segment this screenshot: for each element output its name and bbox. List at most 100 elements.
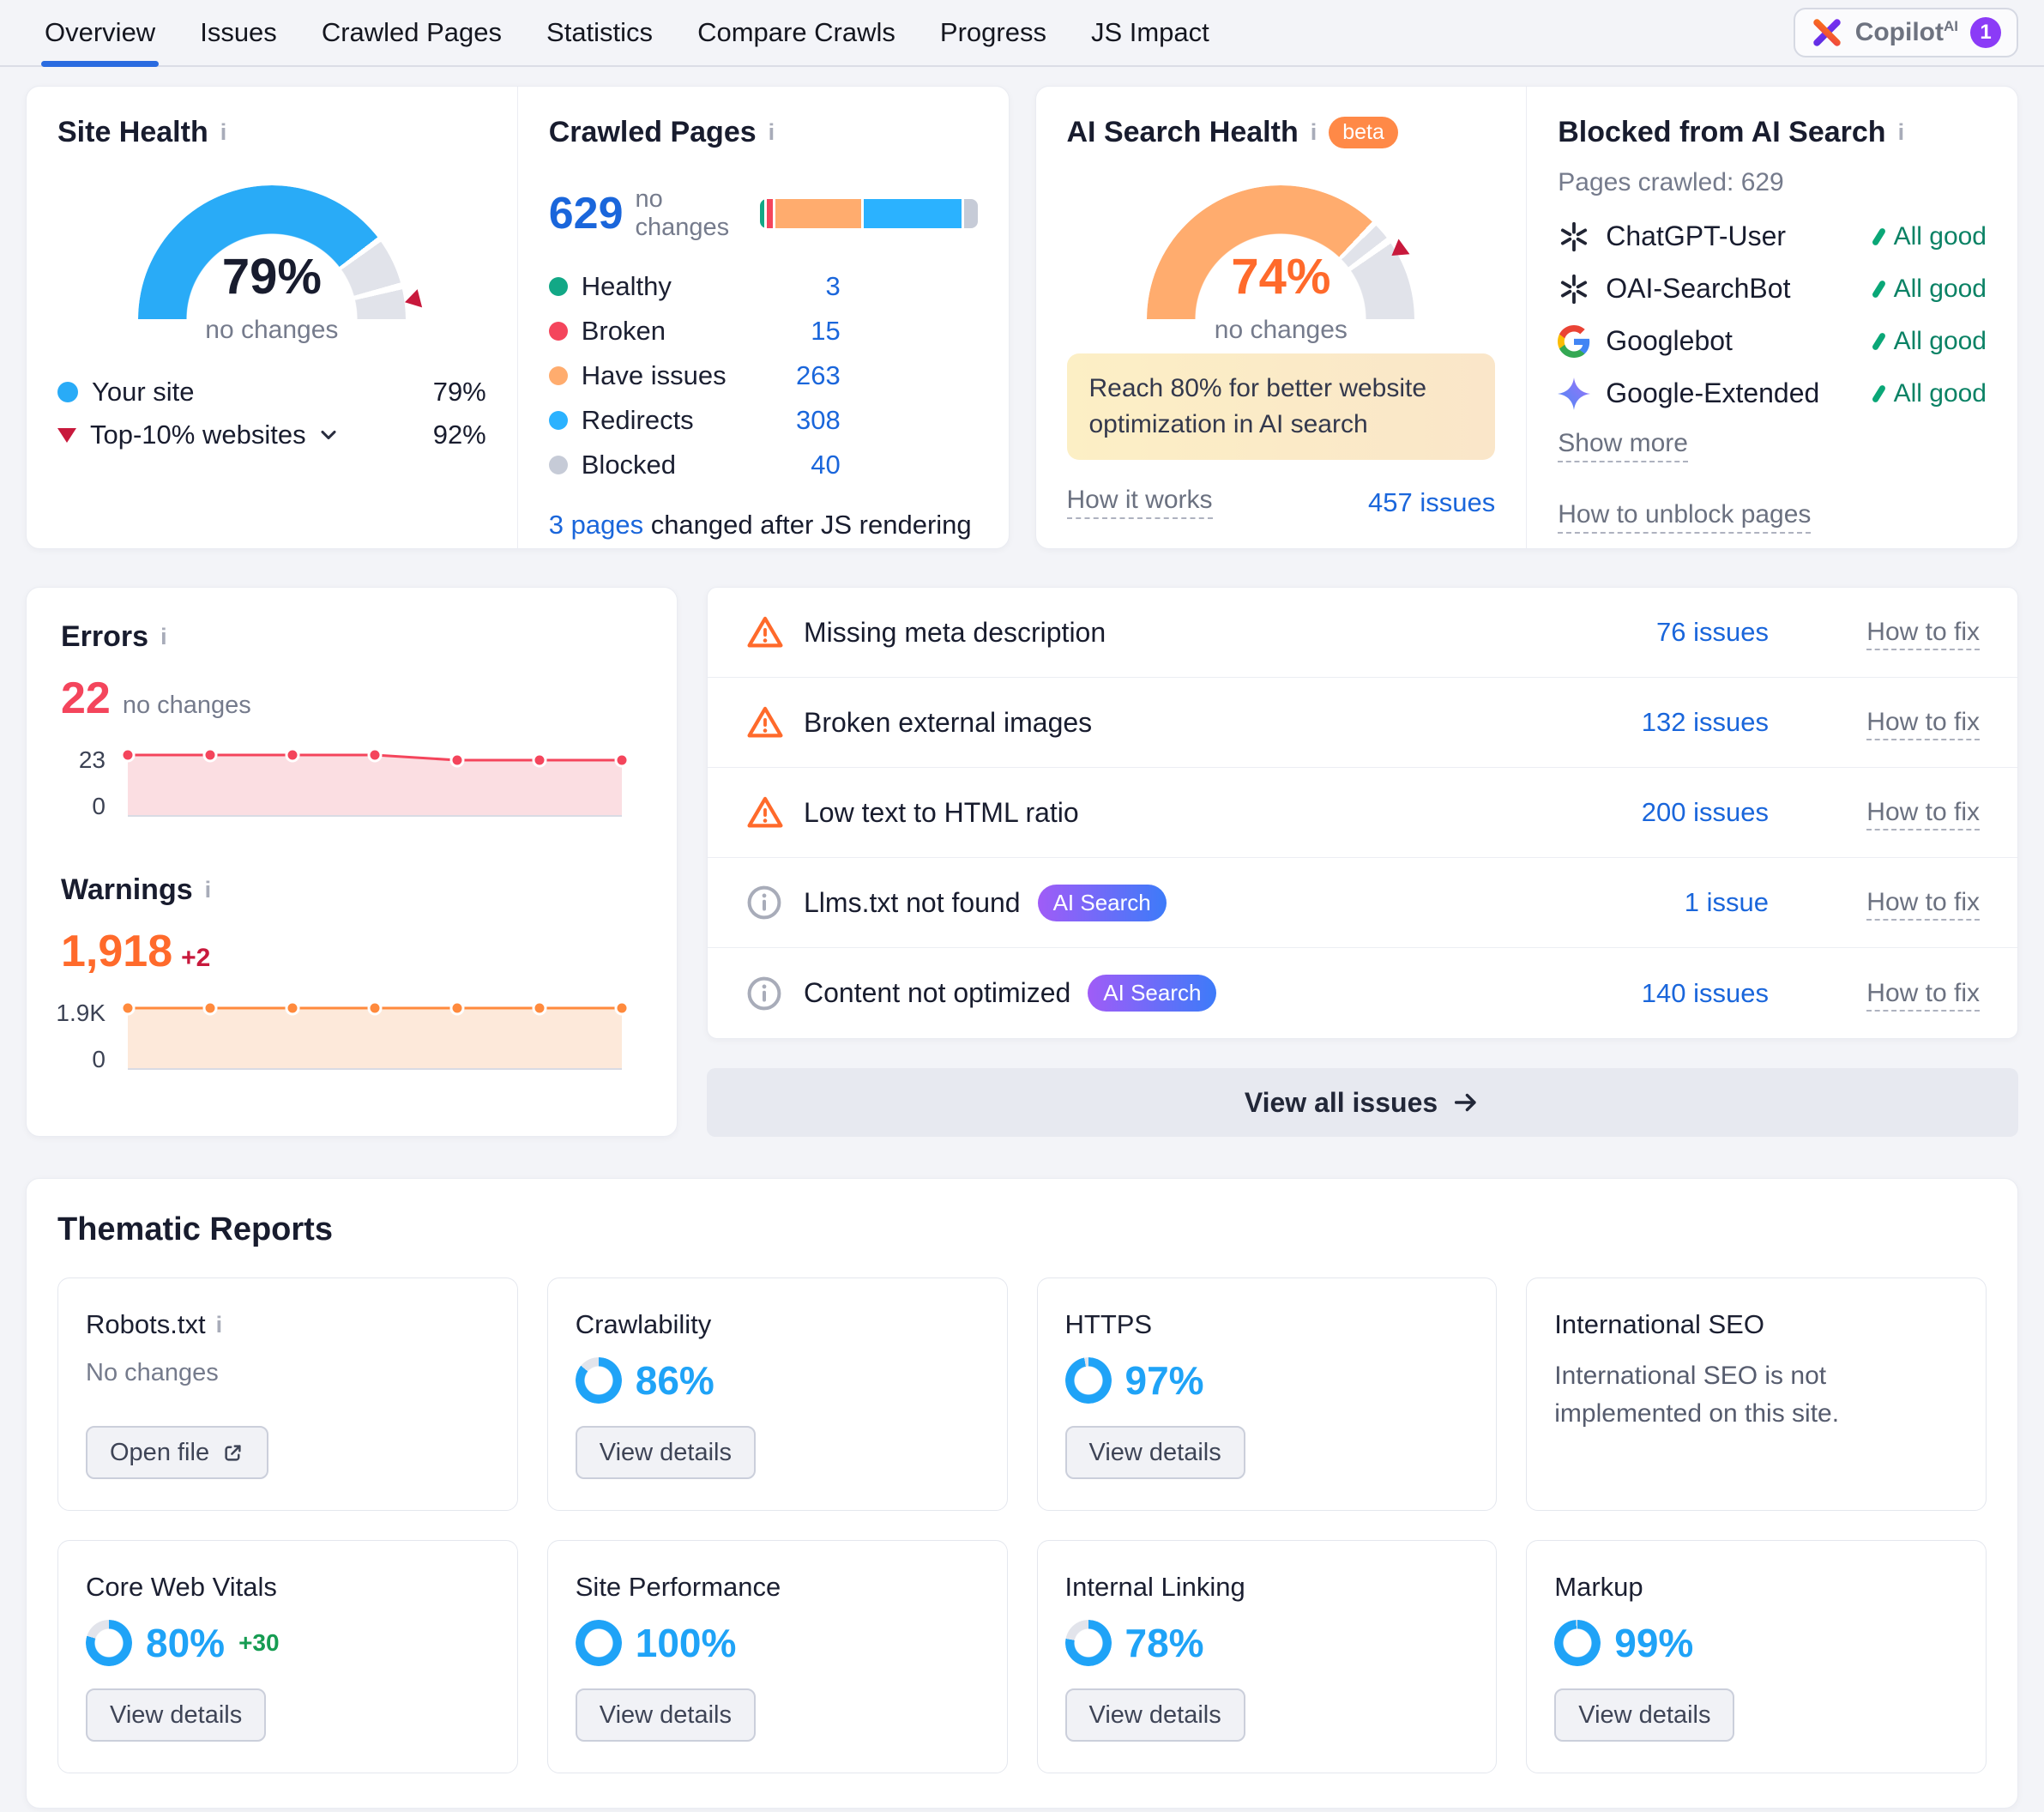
internal-linking-card: Internal Linking 78% View details [1037,1540,1498,1773]
legend-row-healthy: Healthy 3 [549,264,841,309]
status-ok-icon [1871,226,1886,245]
bot-status: All good [1876,222,1987,251]
tab-issues[interactable]: Issues [181,0,296,65]
bar-segment-healthy [760,199,764,228]
legend-count-link[interactable]: 15 [811,316,840,347]
info-icon[interactable]: i [216,1312,223,1338]
status-ok-icon [1871,331,1886,350]
https-score: 97% [1125,1357,1204,1404]
crawled-stacked-bar [760,199,977,228]
bot-status: All good [1876,379,1987,408]
issue-count-link[interactable]: 200 issues [1546,797,1769,828]
crawlability-card: Crawlability 86% View details [547,1277,1008,1511]
ai-search-health-title: AI Search Health [1067,116,1299,149]
view-details-button[interactable]: View details [576,1688,756,1742]
card-title: Robots.txt [86,1309,206,1340]
legend-label: Healthy [582,271,672,302]
issue-count-link[interactable]: 132 issues [1546,707,1769,738]
red-dot-icon [549,322,568,341]
bot-row-googlebot: Googlebot All good [1558,317,1987,365]
bot-name: OAI-SearchBot [1606,273,1790,305]
bar-segment-have-issues [775,199,862,228]
info-icon[interactable]: i [1898,119,1905,146]
internal-linking-donut [1065,1620,1112,1666]
tab-overview[interactable]: Overview [26,0,174,65]
thematic-reports-panel: Thematic Reports Robots.txt i No changes… [26,1178,2018,1809]
how-to-fix-link[interactable]: How to fix [1866,618,1980,650]
how-to-fix-link[interactable]: How to fix [1866,888,1980,921]
how-to-fix-link[interactable]: How to fix [1866,798,1980,830]
openai-logo-icon [1558,220,1592,253]
view-all-issues-button[interactable]: View all issues [707,1068,2018,1137]
tab-crawled-pages[interactable]: Crawled Pages [303,0,521,65]
tab-js-impact[interactable]: JS Impact [1072,0,1228,65]
info-icon[interactable]: i [769,119,775,146]
warnings-title: Warnings [61,873,193,907]
issue-label: Low text to HTML ratio [804,797,1079,829]
issue-row: Low text to HTML ratio 200 issues How to… [708,768,2017,858]
bot-status: All good [1876,275,1987,304]
errors-sparkline: 230 [61,745,642,820]
gray-dot-icon [549,456,568,474]
issue-label: Content not optimized [804,977,1070,1009]
bot-status: All good [1876,327,1987,356]
how-it-works-link[interactable]: How it works [1067,486,1213,519]
view-details-button[interactable]: View details [1554,1688,1734,1742]
issue-count-link[interactable]: 140 issues [1546,978,1769,1009]
info-icon[interactable]: i [1311,119,1317,146]
bot-name: Google-Extended [1606,378,1819,409]
view-details-button[interactable]: View details [1065,1426,1245,1479]
info-circle-icon [745,884,785,921]
site-health-change: no changes [126,316,418,345]
copilot-button[interactable]: CopilotAI 1 [1794,8,2018,57]
issue-label: Missing meta description [804,617,1106,649]
issue-label: Llms.txt not found [804,887,1021,919]
legend-label: Redirects [582,405,694,436]
legend-row-redirects: Redirects 308 [549,398,841,443]
view-details-button[interactable]: View details [576,1426,756,1479]
js-pages-link[interactable]: 3 pages [549,510,643,540]
crawled-pages-title: Crawled Pages [549,116,757,149]
view-details-button[interactable]: View details [86,1688,266,1742]
card-title: Crawlability [576,1309,711,1340]
tab-compare-crawls[interactable]: Compare Crawls [678,0,914,65]
info-icon[interactable]: i [205,877,212,903]
view-details-button[interactable]: View details [1065,1688,1245,1742]
errors-spark-chart [118,745,632,820]
legend-count-link[interactable]: 263 [796,360,841,391]
legend-count-link[interactable]: 3 [826,271,841,302]
blue-dot-icon [549,411,568,430]
pages-crawled-label: Pages crawled: 629 [1558,168,1987,197]
legend-count-link[interactable]: 40 [811,450,840,480]
open-file-button[interactable]: Open file [86,1426,268,1479]
legend-row-have-issues: Have issues 263 [549,353,841,398]
legend-count-link[interactable]: 308 [796,405,841,436]
ai-issues-link[interactable]: 457 issues [1368,487,1495,518]
warning-triangle-icon [745,703,785,742]
how-to-unblock-link[interactable]: How to unblock pages [1558,500,1811,534]
internal-linking-score: 78% [1125,1620,1204,1666]
errors-change: no changes [123,692,251,720]
core-web-vitals-donut [86,1620,132,1666]
info-icon[interactable]: i [160,624,167,650]
how-to-fix-link[interactable]: How to fix [1866,979,1980,1012]
show-more-link[interactable]: Show more [1558,429,1688,462]
legend-row-broken: Broken 15 [549,309,841,353]
legend-value: 79% [433,377,486,408]
issue-row: Content not optimized AI Search 140 issu… [708,948,2017,1038]
issue-count-link[interactable]: 1 issue [1546,887,1769,918]
info-icon[interactable]: i [220,119,227,146]
legend-label: Have issues [582,360,727,391]
ai-search-badge: AI Search [1038,885,1167,921]
international-seo-card: International SEO International SEO is n… [1526,1277,1987,1511]
crawled-total[interactable]: 629 [549,188,624,239]
tab-progress[interactable]: Progress [921,0,1065,65]
thematic-reports-title: Thematic Reports [57,1211,1987,1248]
https-donut [1065,1357,1112,1404]
how-to-fix-link[interactable]: How to fix [1866,708,1980,740]
green-dot-icon [549,277,568,296]
health-crawled-panel: Site Health i 79% no changes Your site 7… [26,86,1010,549]
issue-count-link[interactable]: 76 issues [1546,617,1769,648]
tab-statistics[interactable]: Statistics [528,0,672,65]
https-card: HTTPS 97% View details [1037,1277,1498,1511]
